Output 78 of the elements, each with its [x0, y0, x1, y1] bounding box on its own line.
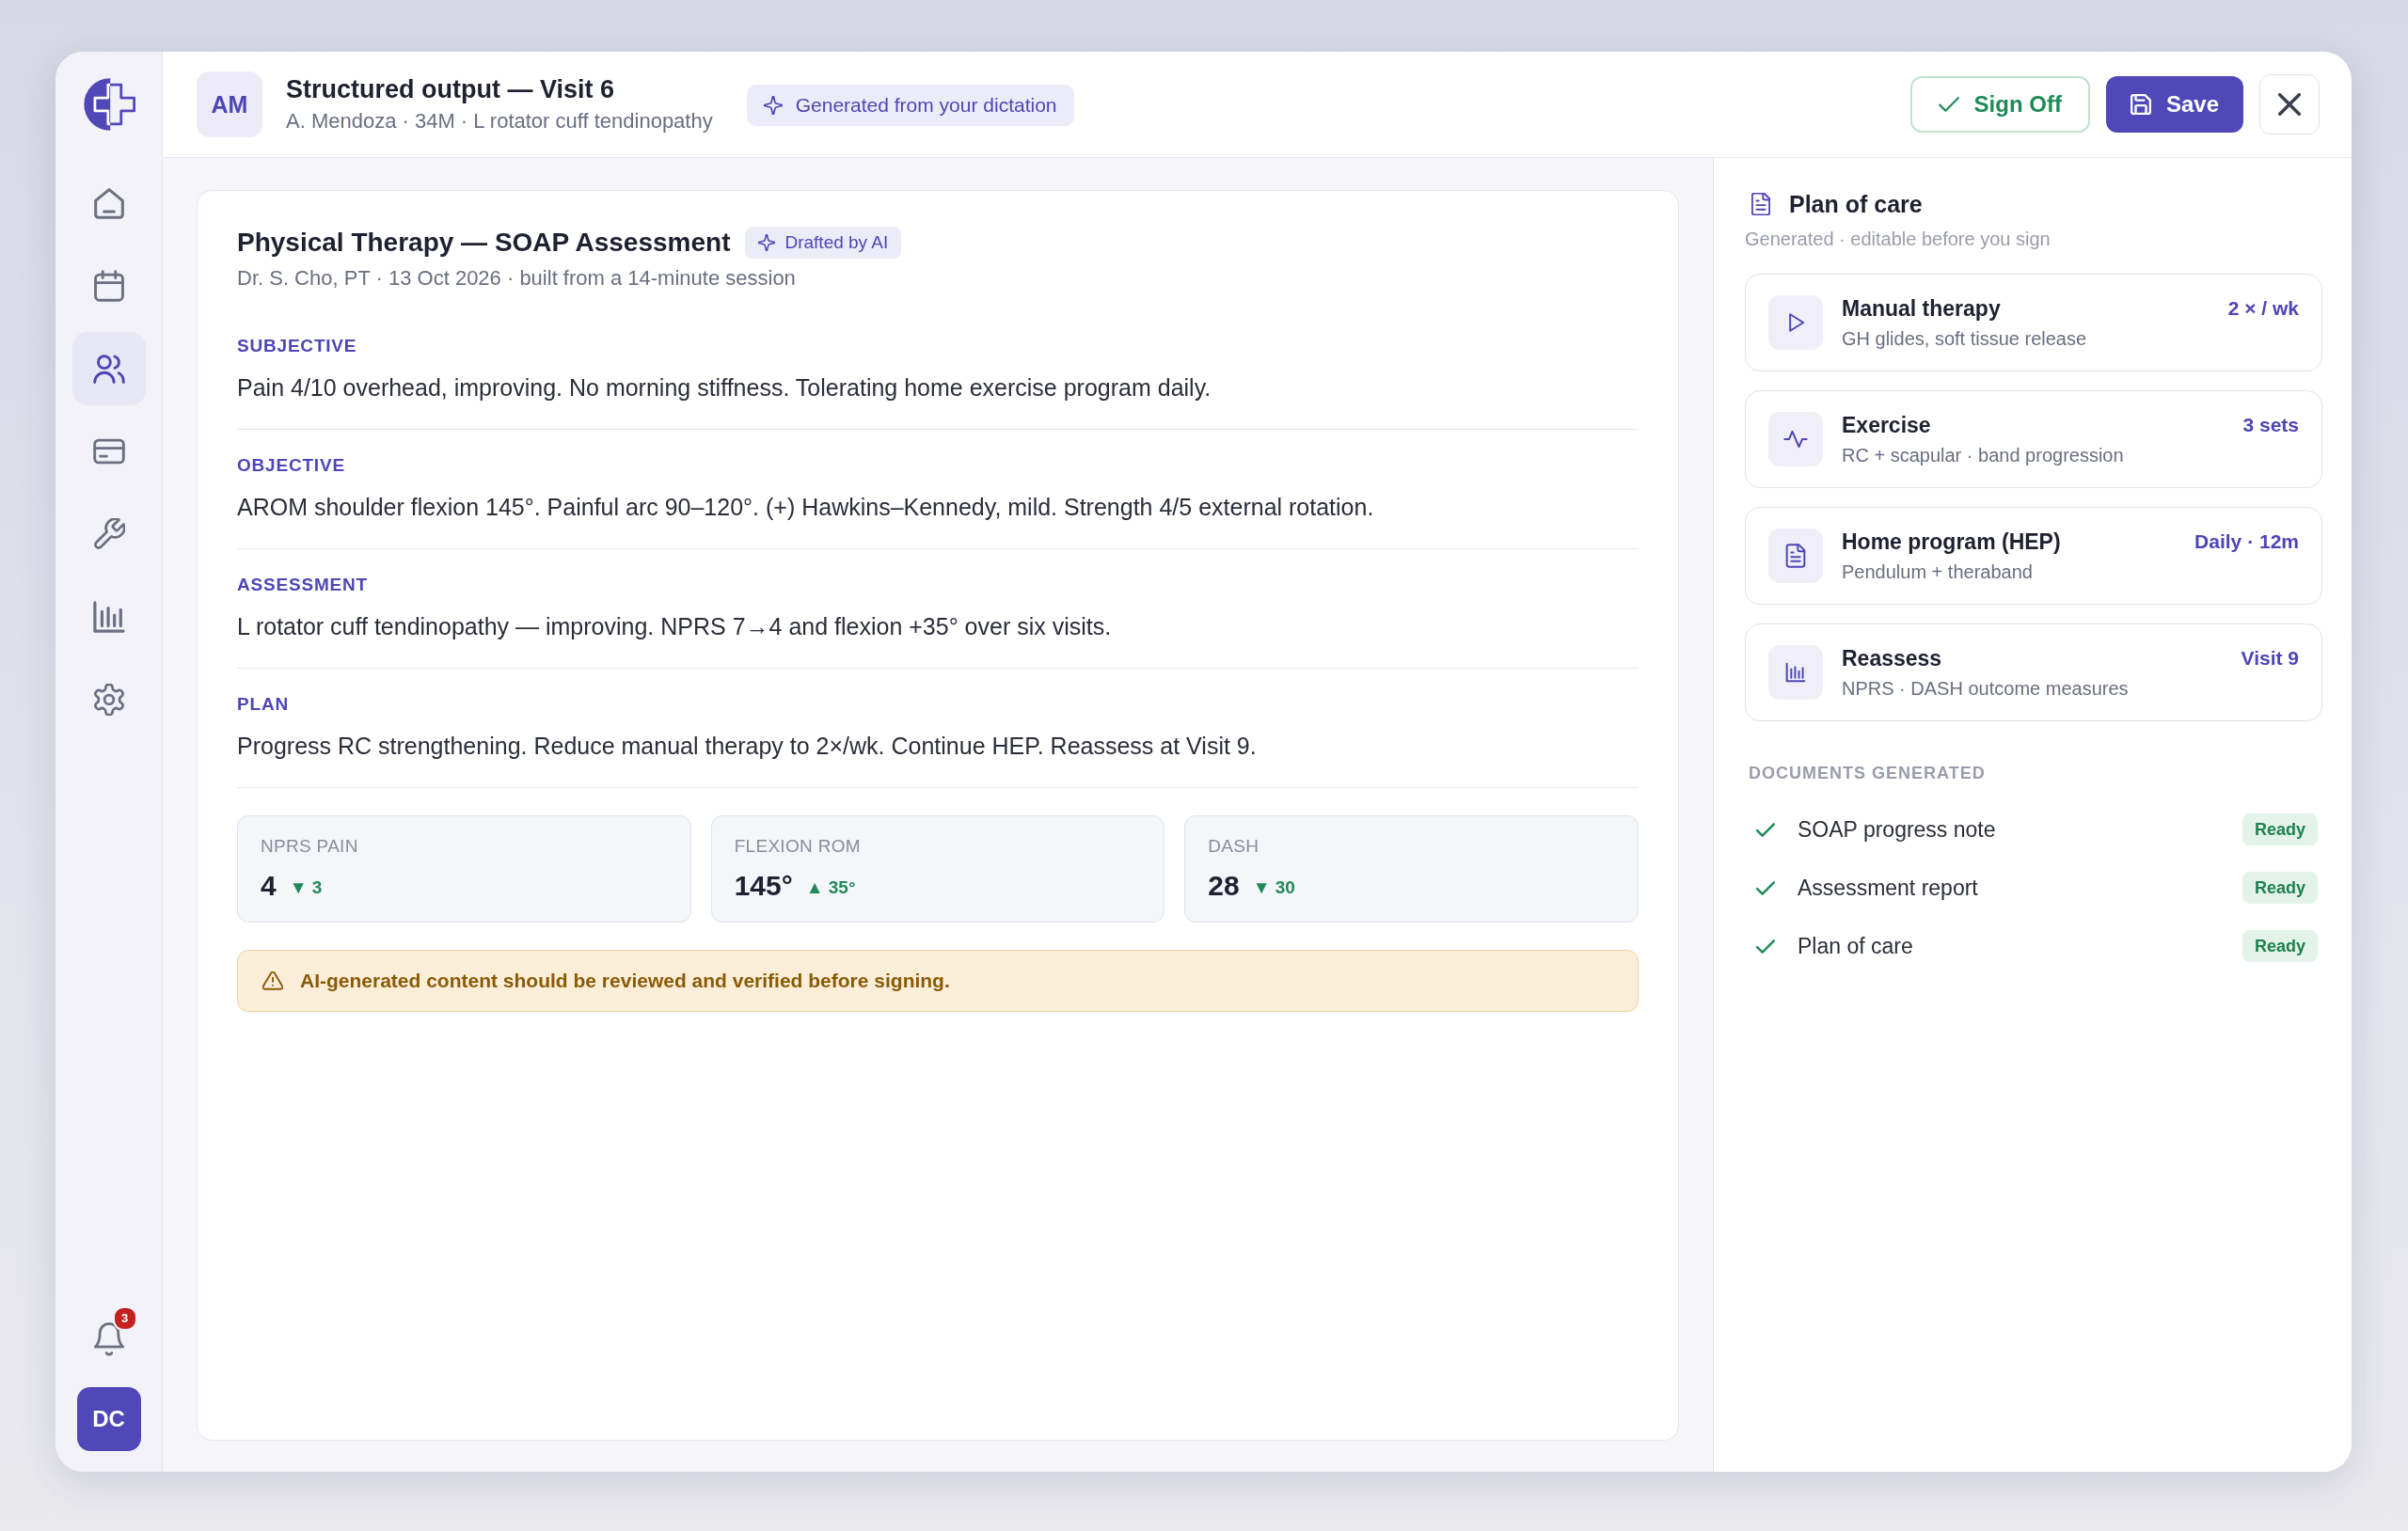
plan-item-detail: Pendulum + theraband [1842, 560, 2034, 584]
check-icon [1756, 822, 1775, 837]
plan-item-frequency: Daily · 12m [2194, 529, 2299, 554]
close-button[interactable] [2259, 74, 2320, 134]
check-icon [1756, 880, 1775, 895]
save-icon [2130, 94, 2151, 115]
metric-label: NPRS PAIN [261, 835, 359, 858]
sparkle-icon [758, 234, 776, 251]
sparkle-icon [763, 96, 783, 115]
document-name: Assessment report [1798, 875, 1978, 901]
sidebar-item[interactable] [71, 332, 146, 405]
status-tag: Ready [2242, 872, 2318, 904]
section-heading: SUBJECTIVE [237, 337, 358, 355]
plan-card[interactable]: Reassess NPRS · DASH outcome measures Visit 9 [1745, 623, 2322, 721]
section-text: L rotator cuff tendinopathy — improving. NPRS 7→4 and flexion +35° over six visits. [237, 612, 1113, 641]
section-text: Progress RC strengthening. Reduce manual therapy to 2×/wk. Continue HEP. Reassess at Visit 9. [237, 732, 1258, 761]
bar-chart-icon [92, 601, 125, 633]
metric-label: DASH [1208, 835, 1260, 858]
panel-subtitle: Generated · editable before you sign [1745, 228, 2052, 251]
bar-chart-icon [1768, 645, 1823, 700]
patient-avatar: AM [197, 71, 262, 137]
plan-card[interactable]: Manual therapy GH glides, soft tissue release 2 × / wk [1745, 274, 2322, 371]
close-icon [2278, 93, 2301, 116]
note-meta: Dr. S. Cho, PT · 13 Oct 2026 · built from a 14-minute session [237, 266, 797, 291]
settings-icon [92, 684, 125, 716]
user-avatar[interactable]: DC [76, 1387, 141, 1451]
play-icon [1768, 295, 1823, 350]
plan-item-detail: RC + scapular · band progression [1842, 444, 2125, 467]
metric-value: 145° [734, 870, 793, 902]
metric-change: ▲ 35° [805, 877, 856, 898]
home-icon [92, 187, 125, 219]
plan-item-detail: GH glides, soft tissue release [1842, 327, 2088, 351]
metric-value: 4 [261, 870, 277, 902]
plan-item-frequency: Visit 9 [2241, 646, 2299, 671]
section-heading: PLAN [237, 695, 290, 714]
wrench-icon [92, 518, 125, 550]
document-icon [1768, 529, 1823, 583]
app-logo [82, 77, 135, 132]
plan-item-title: Manual therapy [1842, 295, 2002, 323]
plan-item-frequency: 3 sets [2242, 413, 2299, 437]
bell-icon [92, 1322, 125, 1356]
metric-change: ▼ 30 [1252, 877, 1295, 898]
calendar-icon [92, 270, 125, 302]
plan-item-title: Exercise [1842, 412, 1932, 439]
check-icon [1756, 939, 1775, 954]
section-text: AROM shoulder flexion 145°. Painful arc 90–120°. (+) Hawkins–Kennedy, mild. Strength 4/5 external rotation. [237, 493, 1375, 522]
plan-card[interactable]: Home program (HEP) Pendulum + theraband Daily · 12m [1745, 507, 2322, 605]
document-icon [1751, 193, 1770, 215]
section-heading: OBJECTIVE [237, 456, 346, 475]
note-title: Physical Therapy — SOAP Assessment [237, 227, 731, 259]
pulse-icon [1768, 412, 1823, 466]
status-tag: Ready [2242, 930, 2318, 962]
plan-item-detail: NPRS · DASH outcome measures [1842, 677, 2130, 701]
section-heading: DOCUMENTS GENERATED [1748, 763, 1987, 783]
patient-summary: A. Mendoza · 34M · L rotator cuff tendinopathy [286, 109, 713, 134]
plan-item-title: Reassess [1842, 645, 1943, 672]
section-text: Pain 4/10 overhead, improving. No morning stiffness. Tolerating home exercise program daily. [237, 373, 1212, 402]
people-icon [92, 353, 125, 385]
ai-tag-text: Drafted by AI [784, 232, 889, 253]
plan-item-frequency: 2 × / wk [2227, 296, 2299, 321]
plan-card[interactable]: Exercise RC + scapular · band progression 3 sets [1745, 390, 2322, 488]
status-tag: Ready [2242, 813, 2318, 845]
notification-count-badge: 3 [112, 1306, 137, 1331]
document-name: Plan of care [1798, 933, 1913, 959]
check-icon [1938, 94, 1959, 115]
sign-off-button[interactable]: Sign Off [1909, 76, 2090, 133]
document-name: SOAP progress note [1798, 816, 1996, 843]
metric-change: ▼ 3 [289, 877, 323, 898]
visit-title: Structured output — Visit 6 [286, 75, 616, 103]
metric-value: 28 [1208, 870, 1240, 902]
warning-text: AI-generated content should be reviewed and verified before signing. [300, 970, 950, 992]
section-heading: ASSESSMENT [237, 576, 369, 594]
warning-icon [262, 971, 283, 990]
panel-title: Plan of care [1789, 190, 1923, 218]
metric-label: FLEXION ROM [734, 835, 862, 858]
plan-item-title: Home program (HEP) [1842, 529, 2062, 556]
save-button[interactable]: Save [2105, 76, 2243, 133]
info-tag-text: Generated from your dictation [795, 94, 1057, 117]
